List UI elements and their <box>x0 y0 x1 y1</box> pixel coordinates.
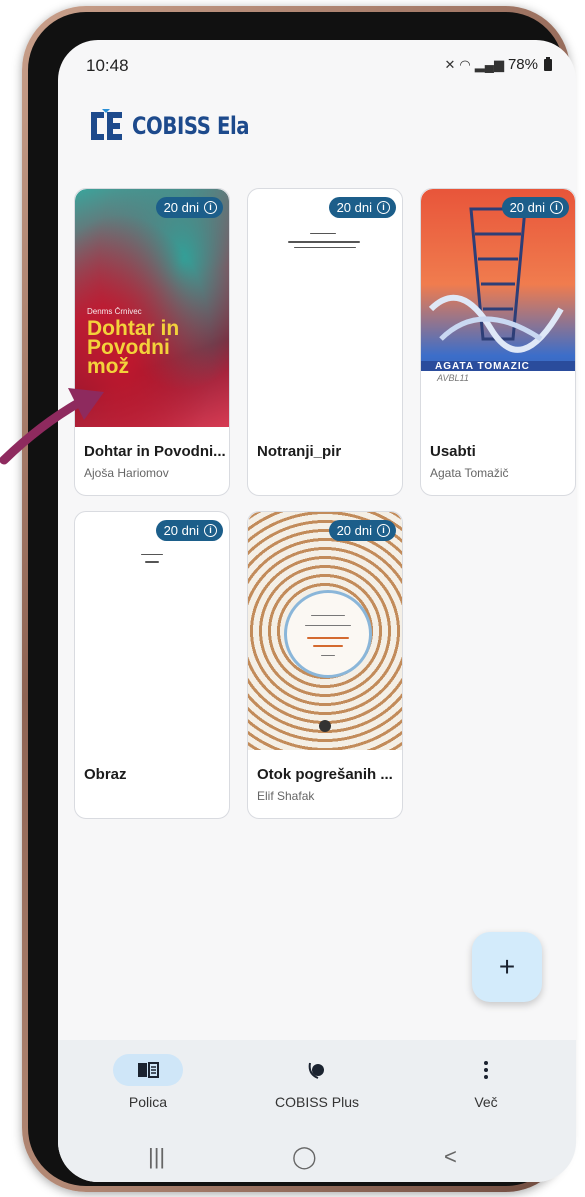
back-button[interactable]: < <box>444 1144 457 1170</box>
book-card[interactable]: 20 dni i Notranji_pir <box>247 188 403 496</box>
plus-icon: + <box>498 951 516 982</box>
cobiss-plus-icon <box>282 1054 352 1086</box>
loan-badge[interactable]: 20 dni i <box>328 197 396 218</box>
nav-item-vec[interactable]: Več <box>421 1054 551 1110</box>
info-icon: i <box>377 201 390 214</box>
publisher-logo-icon <box>319 720 331 732</box>
book-cover: 20 dni i <box>248 512 402 750</box>
loan-badge-label: 20 dni <box>336 200 372 215</box>
book-cover: 20 dni i <box>248 189 402 427</box>
mute-icon: ✕ <box>444 56 456 72</box>
book-card[interactable]: 20 dni i Obraz <box>74 511 230 819</box>
more-vertical-icon <box>451 1054 521 1086</box>
cobiss-logo-icon <box>88 108 124 144</box>
add-book-button[interactable]: + <box>472 932 542 1002</box>
nav-label: Polica <box>128 1094 168 1110</box>
loan-badge[interactable]: 20 dni i <box>501 197 569 218</box>
app-logo: COBISS Ela <box>88 108 275 144</box>
signal-icon: ▂▄▆ <box>474 56 504 72</box>
nav-item-polica[interactable]: Polica <box>83 1054 213 1110</box>
bottom-navigation: Polica COBISS Plus Več <box>58 1040 576 1136</box>
system-navigation: ||| ◯ < <box>58 1136 576 1182</box>
book-title: Usabti <box>430 443 476 460</box>
loan-badge-label: 20 dni <box>163 523 199 538</box>
info-icon: i <box>204 524 217 537</box>
book-title: Obraz <box>84 766 127 783</box>
cover-title-text: Dohtar in Povodni mož <box>87 317 180 378</box>
book-author: Agata Tomažič <box>430 466 509 480</box>
app-screen: 10:48 ✕ ◠ ▂▄▆ 78% COBISS Ela Denms Črniv… <box>58 40 576 1182</box>
book-icon <box>113 1054 183 1086</box>
nav-label: Več <box>474 1094 498 1110</box>
nav-label: COBISS Plus <box>274 1094 360 1110</box>
book-cover: 20 dni i <box>75 512 229 750</box>
battery-icon <box>544 56 552 71</box>
book-cover: AGATA TOMAZIC AVBL11 20 dni i <box>421 189 575 427</box>
info-icon: i <box>204 201 217 214</box>
book-card[interactable]: 20 dni i Otok pogrešanih ... Elif Shafak <box>247 511 403 819</box>
loan-badge[interactable]: 20 dni i <box>155 197 223 218</box>
info-icon: i <box>550 201 563 214</box>
annotation-arrow-icon <box>0 388 104 465</box>
home-button[interactable]: ◯ <box>292 1144 317 1170</box>
book-card[interactable]: AGATA TOMAZIC AVBL11 20 dni i Usabti Aga… <box>420 188 576 496</box>
loan-badge-label: 20 dni <box>163 200 199 215</box>
battery-level: 78% <box>507 56 538 73</box>
status-time: 10:48 <box>86 56 129 75</box>
app-logo-text: COBISS Ela <box>132 112 250 140</box>
wifi-icon: ◠ <box>459 56 471 72</box>
nav-item-cobiss-plus[interactable]: COBISS Plus <box>252 1054 382 1110</box>
loan-badge[interactable]: 20 dni i <box>155 520 223 541</box>
loan-badge[interactable]: 20 dni i <box>328 520 396 541</box>
loan-badge-label: 20 dni <box>509 200 545 215</box>
recent-apps-button[interactable]: ||| <box>148 1144 165 1170</box>
cover-title-text: AVBL11 <box>437 373 469 383</box>
cover-footer: AVBL11 <box>421 371 575 427</box>
status-icons: ✕ ◠ ▂▄▆ 78% <box>444 56 552 73</box>
loan-badge-label: 20 dni <box>336 523 372 538</box>
book-title: Notranji_pir <box>257 443 342 460</box>
info-icon: i <box>377 524 390 537</box>
book-title: Otok pogrešanih ... <box>257 766 393 783</box>
cover-medallion <box>284 590 372 678</box>
book-author: Elif Shafak <box>257 789 315 803</box>
cover-author-text: Denms Črnivec <box>87 307 142 316</box>
